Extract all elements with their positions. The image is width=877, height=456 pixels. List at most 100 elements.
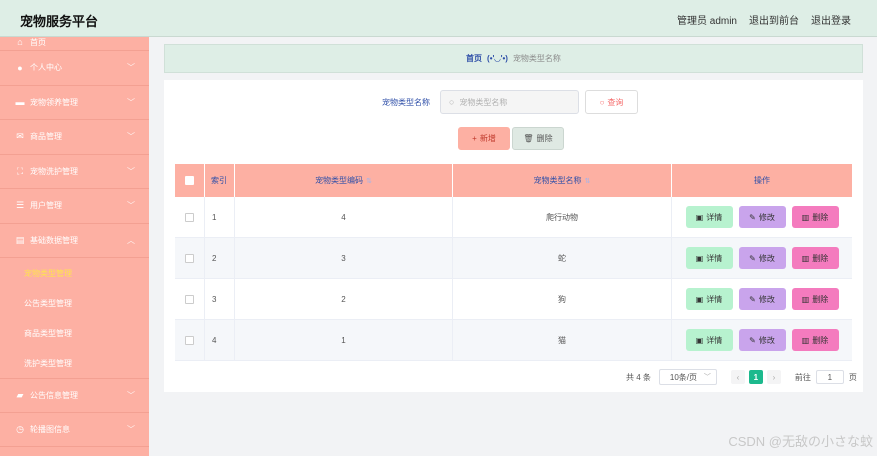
checkbox[interactable] <box>185 294 194 304</box>
logout-link[interactable]: 退出登录 <box>811 12 851 27</box>
sidebar-item-personal[interactable]: ● 个人中心 ﹀ <box>0 51 149 86</box>
row-actions: ▣ 详情 ✎ 修改 ▥ 删除 <box>672 320 852 360</box>
edit-label: 修改 <box>758 212 775 222</box>
edit-button[interactable]: ✎ 修改 <box>738 206 786 228</box>
page-size-select[interactable]: 10条/页 ﹀ <box>658 369 717 385</box>
detail-label: 详情 <box>706 294 723 304</box>
header-select-all[interactable] <box>175 164 205 197</box>
edit-button[interactable]: ✎ 修改 <box>738 247 786 269</box>
edit-button[interactable]: ✎ 修改 <box>738 288 786 310</box>
detail-button[interactable]: ▣ 详情 <box>685 247 733 269</box>
pencil-icon: ✎ <box>749 253 756 263</box>
sidebar-subitem-goods-type[interactable]: 商品类型管理 <box>0 318 149 348</box>
breadcrumb: 首页 (•'◡'•) 宠物类型名称 <box>164 44 863 73</box>
sidebar-item-users[interactable]: ☰ 用户管理 ﹀ <box>0 189 149 224</box>
checkbox[interactable] <box>185 253 194 263</box>
row-code: 2 <box>235 279 453 319</box>
header-operation: 操作 <box>754 176 770 185</box>
pencil-icon: ✎ <box>749 294 756 304</box>
chevron-down-icon: ﹀ <box>127 97 135 107</box>
document-icon: ▣ <box>695 212 704 222</box>
back-to-front-link[interactable]: 退出到前台 <box>749 12 799 27</box>
page-size-value: 10条/页 <box>669 372 698 382</box>
search-icon: ○ <box>599 97 605 107</box>
breadcrumb-home[interactable]: 首页 <box>466 53 482 64</box>
document-icon: ▣ <box>695 253 704 263</box>
row-index: 4 <box>205 320 235 360</box>
sidebar-item-grooming[interactable]: ⛶ 宠物洗护管理 ﹀ <box>0 155 149 189</box>
prev-page-button[interactable]: ‹ <box>730 370 745 384</box>
delete-button[interactable]: ▥ 删除 <box>791 206 839 228</box>
app-title: 宠物服务平台 <box>20 14 99 29</box>
trash-icon: ▥ <box>801 294 810 304</box>
remove-label: 删除 <box>812 212 829 222</box>
trash-icon: ▥ <box>801 335 810 345</box>
detail-button[interactable]: ▣ 详情 <box>685 206 733 228</box>
sidebar-item-home[interactable]: ⌂ 首页 <box>0 37 149 51</box>
breadcrumb-current: 宠物类型名称 <box>512 54 561 63</box>
checkbox[interactable] <box>185 176 194 185</box>
detail-label: 详情 <box>706 253 723 263</box>
sidebar-item-label: 商品管理 <box>30 132 62 142</box>
detail-label: 详情 <box>706 212 723 222</box>
edit-button[interactable]: ✎ 修改 <box>738 329 786 351</box>
total-count: 共 4 条 <box>626 372 651 382</box>
checkbox[interactable] <box>185 335 194 345</box>
sort-icon[interactable]: ⇅ <box>585 177 591 185</box>
goto-page-input[interactable]: 1 <box>815 370 844 384</box>
trash-icon: 🗑 <box>523 134 534 143</box>
query-button[interactable]: ○ 查询 <box>585 90 638 114</box>
sidebar-item-label: 个人中心 <box>30 63 62 73</box>
row-name: 狗 <box>453 279 672 319</box>
page-number-current[interactable]: 1 <box>748 370 763 384</box>
row-actions: ▣ 详情 ✎ 修改 ▥ 删除 <box>672 279 852 319</box>
chevron-down-icon: ﹀ <box>127 390 135 400</box>
clock-icon: ◷ <box>16 423 24 434</box>
scan-icon: ⛶ <box>16 165 24 176</box>
delete-button[interactable]: ▥ 删除 <box>791 247 839 269</box>
table-row: 4 1 猫 ▣ 详情 ✎ 修改 ▥ 删除 <box>175 320 852 361</box>
header-code[interactable]: 宠物类型编码 ⇅ <box>235 164 453 197</box>
sidebar-item-basic-data[interactable]: ▤ 基础数据管理 ︿ <box>0 224 149 258</box>
edit-label: 修改 <box>758 253 775 263</box>
edit-label: 修改 <box>758 335 775 345</box>
sidebar-item-label: 首页 <box>30 38 46 47</box>
row-code: 4 <box>235 197 453 237</box>
mail-icon: ✉ <box>16 131 24 142</box>
header-index: 索引 <box>205 164 235 197</box>
sidebar-subitem-notice-type[interactable]: 公告类型管理 <box>0 288 149 318</box>
add-button[interactable]: + 新增 <box>458 127 510 150</box>
table-header: 索引 宠物类型编码 ⇅ 宠物类型名称 ⇅ 操作 <box>175 164 852 197</box>
header-name-label: 宠物类型名称 <box>533 176 582 185</box>
ticket-icon: ▰ <box>16 389 24 400</box>
sidebar-item-notices[interactable]: ▰ 公告信息管理 ﹀ <box>0 378 149 413</box>
document-icon: ▣ <box>695 335 704 345</box>
row-name: 爬行动物 <box>453 197 672 237</box>
sidebar-item-label: 基础数据管理 <box>30 235 78 245</box>
chevron-up-icon: ︿ <box>127 235 135 245</box>
sidebar-item-adoption[interactable]: ▬ 宠物领养管理 ﹀ <box>0 86 149 120</box>
batch-delete-button[interactable]: 🗑 删除 <box>512 127 564 150</box>
sidebar-item-carousel[interactable]: ◷ 轮播图信息 ﹀ <box>0 413 149 447</box>
sort-icon[interactable]: ⇅ <box>366 177 372 185</box>
search-input[interactable]: ○ 宠物类型名称 <box>440 90 579 114</box>
table-row: 2 3 蛇 ▣ 详情 ✎ 修改 ▥ 删除 <box>175 238 852 279</box>
delete-button[interactable]: ▥ 删除 <box>791 329 839 351</box>
next-page-button[interactable]: › <box>766 370 781 384</box>
header-links: 管理员 admin 退出到前台 退出登录 <box>677 12 851 27</box>
pagination: 共 4 条 10条/页 ﹀ ‹ 1 › 前往 1 页 <box>626 369 857 385</box>
breadcrumb-separator: (•'◡'•) <box>487 54 508 63</box>
query-label: 查询 <box>607 97 624 107</box>
row-index: 1 <box>205 197 235 237</box>
detail-button[interactable]: ▣ 详情 <box>685 288 733 310</box>
clipboard-icon: ▤ <box>15 234 25 245</box>
checkbox[interactable] <box>185 212 194 222</box>
detail-button[interactable]: ▣ 详情 <box>685 329 733 351</box>
row-select <box>175 197 205 237</box>
delete-button[interactable]: ▥ 删除 <box>791 288 839 310</box>
chevron-down-icon: ﹀ <box>127 63 135 73</box>
sidebar-subitem-grooming-type[interactable]: 洗护类型管理 <box>0 348 149 378</box>
sidebar-item-goods[interactable]: ✉ 商品管理 ﹀ <box>0 120 149 155</box>
sidebar-subitem-pet-type[interactable]: 宠物类型管理 <box>0 258 149 288</box>
header-name[interactable]: 宠物类型名称 ⇅ <box>453 164 672 197</box>
